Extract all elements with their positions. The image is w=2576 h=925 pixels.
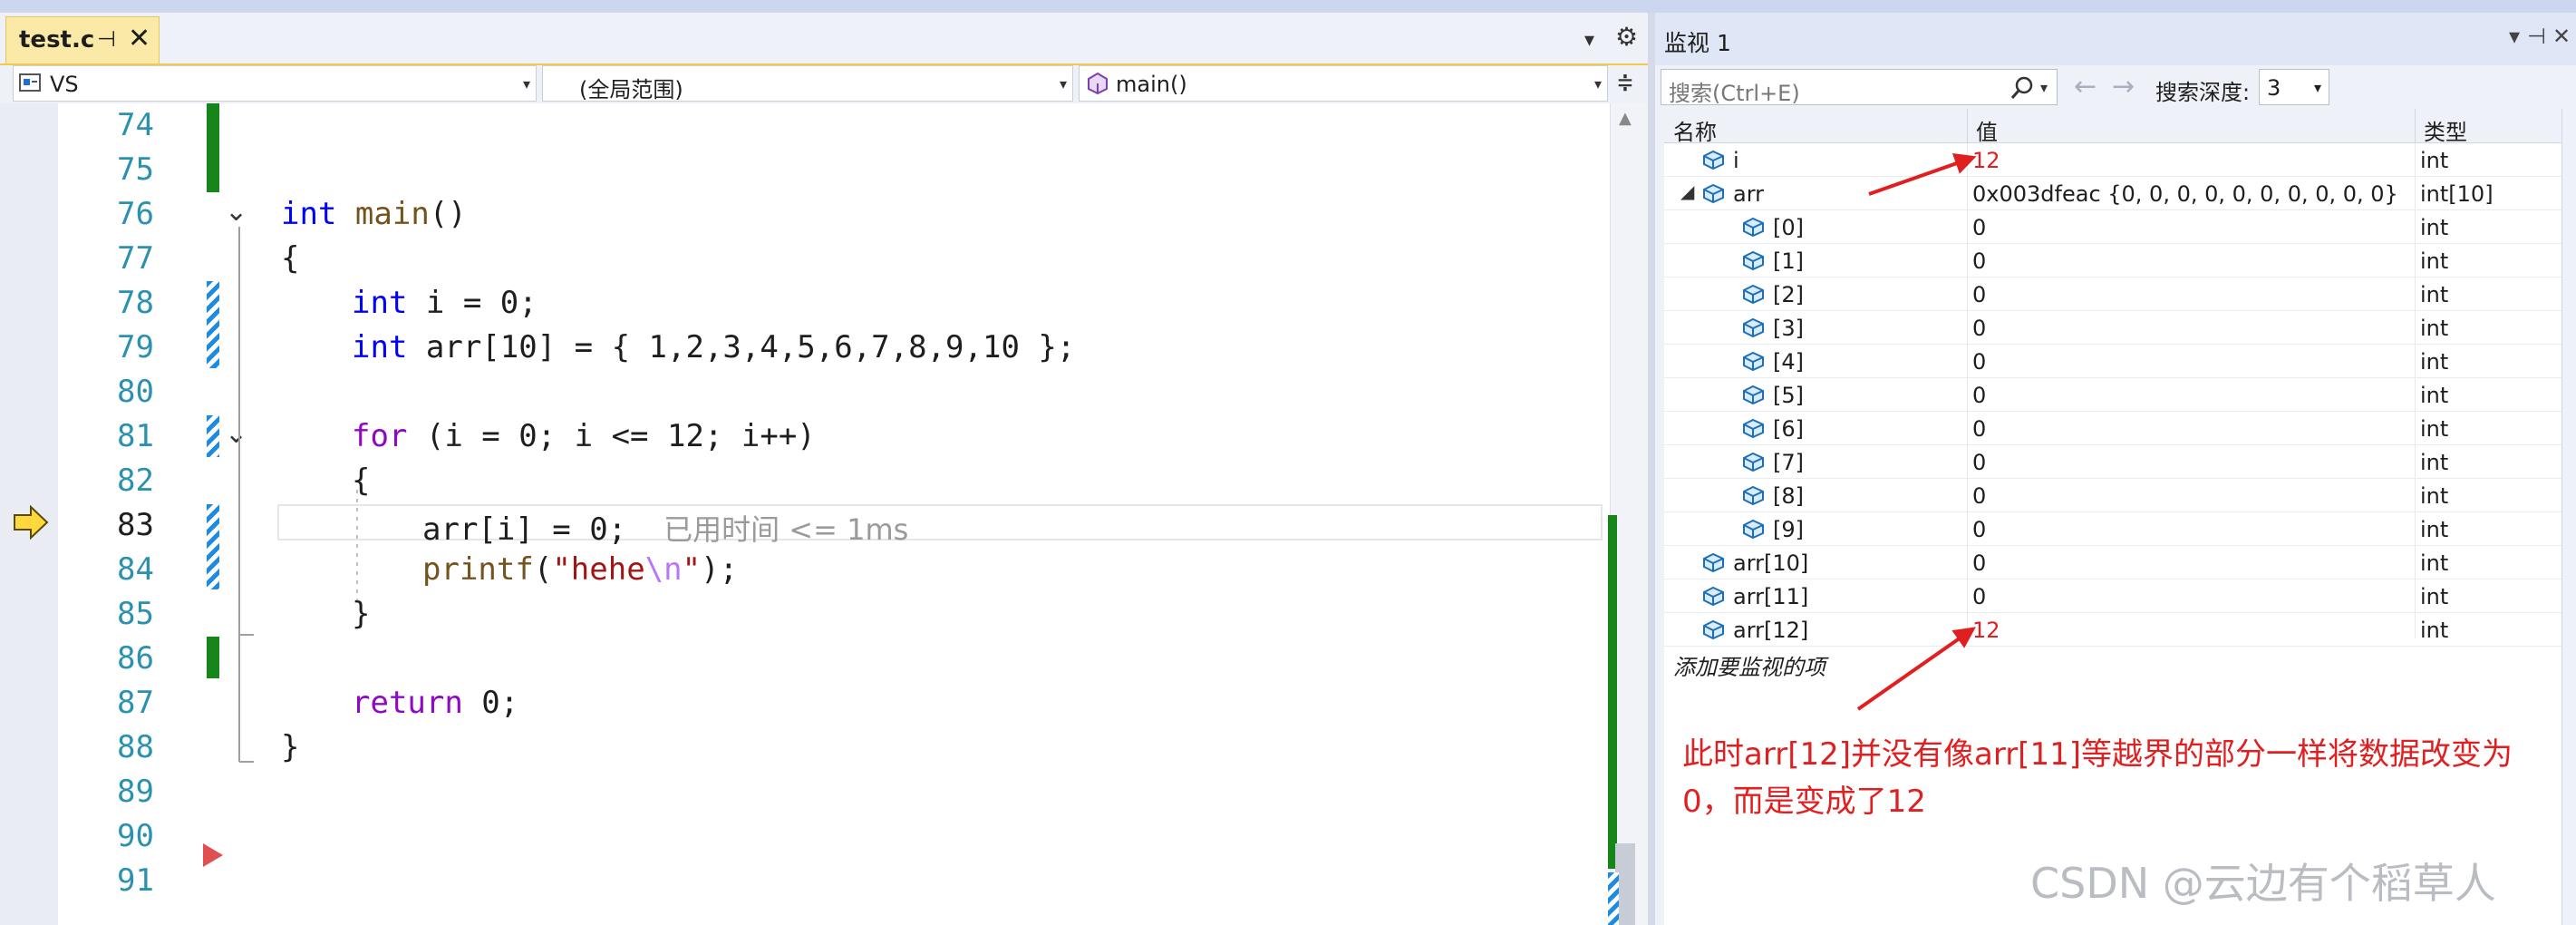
annotation-arrow-i bbox=[1868, 153, 1977, 196]
annotation-text: 此时arr[12]并没有像arr[11]等越界的部分一样将数据改变为0，而是变成… bbox=[1682, 736, 2513, 820]
annotation-arrow-arr12 bbox=[1856, 627, 1976, 711]
watermark: CSDN @云边有个稻草人 bbox=[2030, 859, 2496, 908]
